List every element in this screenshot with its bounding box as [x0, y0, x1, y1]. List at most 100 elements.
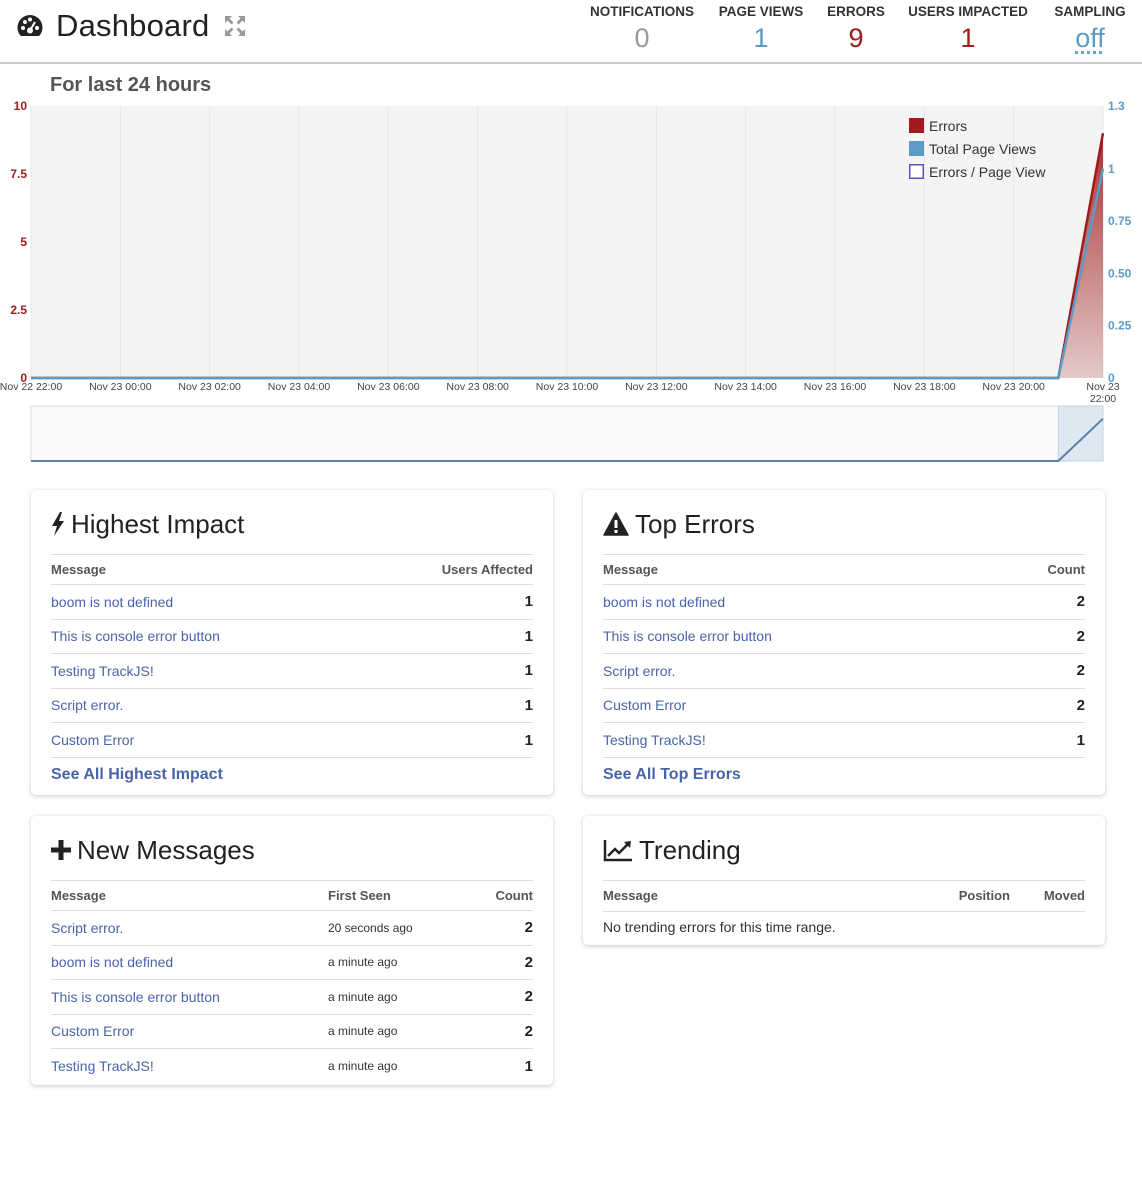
count-cell: 2: [997, 687, 1085, 723]
card-heading: New Messages: [51, 816, 533, 880]
count-cell: 1: [997, 722, 1085, 757]
error-message-link[interactable]: Testing TrackJS!: [51, 1058, 154, 1074]
title-wrap: Dashboard: [14, 8, 247, 44]
table-row[interactable]: Script error. 2: [603, 653, 1085, 688]
count-cell: 1: [363, 618, 533, 654]
column-header-message: Message: [603, 554, 998, 585]
table-row[interactable]: Script error. 20 seconds ago 2: [51, 910, 533, 945]
stat-value: 9: [848, 23, 864, 53]
table-row[interactable]: Custom Error 2: [603, 687, 1085, 723]
table-row[interactable]: boom is not defined a minute ago 2: [51, 944, 533, 980]
column-header-position: Position: [920, 880, 1010, 911]
message-cell: This is console error button: [603, 618, 998, 654]
plus-icon: [51, 840, 71, 860]
error-message-link[interactable]: boom is not defined: [603, 594, 725, 610]
legend-label: Errors / Page View: [929, 164, 1046, 180]
table-row[interactable]: This is console error button a minute ago…: [51, 979, 533, 1014]
legend-swatch: [909, 164, 924, 179]
x-tick-label: Nov 23 08:00: [446, 381, 509, 393]
table-row[interactable]: This is console error button 1: [51, 618, 533, 654]
message-cell: Script error.: [603, 653, 998, 688]
see-all-top-errors-link[interactable]: See All Top Errors: [603, 757, 1085, 791]
y-left-tick-label: 10: [14, 99, 28, 113]
y-right-tick-label: 0.25: [1108, 319, 1132, 333]
first-seen-cell: a minute ago: [328, 1013, 471, 1049]
error-message-link[interactable]: Script error.: [51, 697, 123, 713]
stat-users-impacted[interactable]: USERS IMPACTED 1: [906, 4, 1030, 53]
card-heading: Trending: [603, 816, 1085, 880]
highest-impact-table: Message Users Affected boom is not defin…: [51, 554, 533, 757]
error-message-link[interactable]: boom is not defined: [51, 954, 173, 970]
x-tick-label: Nov 23 16:00: [804, 381, 867, 393]
stat-label: NOTIFICATIONS: [590, 4, 694, 19]
legend-label: Errors: [929, 118, 967, 134]
count-cell: 1: [363, 584, 533, 619]
count-cell: 1: [363, 722, 533, 757]
column-header-count: Count: [470, 880, 533, 911]
see-all-highest-impact-link[interactable]: See All Highest Impact: [51, 757, 533, 791]
legend-label: Total Page Views: [929, 141, 1036, 157]
error-message-link[interactable]: boom is not defined: [51, 594, 173, 610]
table-row[interactable]: This is console error button 2: [603, 618, 1085, 654]
error-message-link[interactable]: This is console error button: [603, 628, 772, 644]
y-left-tick-label: 2.5: [10, 303, 27, 317]
message-cell: Testing TrackJS!: [51, 653, 364, 688]
y-right-tick-label: 1.3: [1108, 99, 1125, 113]
error-message-link[interactable]: Script error.: [603, 663, 675, 679]
x-tick-label: 22:00: [1090, 393, 1116, 405]
x-tick-label: Nov 23 18:00: [893, 381, 956, 393]
stat-value: 0: [634, 23, 650, 53]
first-seen-cell: a minute ago: [328, 944, 471, 980]
error-message-link[interactable]: Testing TrackJS!: [603, 732, 706, 748]
message-cell: boom is not defined: [603, 584, 998, 619]
top-errors-card: Top Errors Message Count boom is not def…: [583, 490, 1105, 795]
count-cell: 2: [470, 910, 533, 945]
x-tick-label: Nov 23 14:00: [714, 381, 777, 393]
table-row[interactable]: Custom Error 1: [51, 722, 533, 757]
stat-page-views[interactable]: PAGE VIEWS 1: [716, 4, 806, 53]
errors-chart: 02.557.51000.250.500.7511.3Nov 22 22:00 N…: [0, 99, 1132, 462]
table-row[interactable]: Script error. 1: [51, 687, 533, 723]
sampling-toggle-link[interactable]: off: [1050, 23, 1130, 53]
table-row[interactable]: boom is not defined 2: [603, 584, 1085, 619]
card-title: Trending: [639, 834, 741, 865]
count-cell: 2: [997, 653, 1085, 688]
error-message-link[interactable]: Testing TrackJS!: [51, 663, 154, 679]
table-row[interactable]: boom is not defined 1: [51, 584, 533, 619]
table-row[interactable]: Testing TrackJS! 1: [51, 653, 533, 688]
stat-notifications[interactable]: NOTIFICATIONS 0: [588, 4, 696, 53]
stat-errors[interactable]: ERRORS 9: [824, 4, 888, 53]
error-message-link[interactable]: Custom Error: [51, 1023, 134, 1039]
message-cell: Testing TrackJS!: [603, 722, 998, 757]
expand-fullscreen-icon[interactable]: [223, 14, 247, 38]
error-message-link[interactable]: This is console error button: [51, 989, 220, 1005]
column-header-message: Message: [51, 880, 328, 911]
card-heading: Highest Impact: [51, 490, 533, 554]
column-header-first-seen: First Seen: [328, 880, 471, 911]
card-title: New Messages: [77, 834, 255, 865]
table-row[interactable]: Testing TrackJS! 1: [603, 722, 1085, 757]
count-cell: 1: [363, 687, 533, 723]
count-cell: 2: [470, 1013, 533, 1049]
message-cell: Custom Error: [603, 687, 998, 723]
y-right-tick-label: 0.50: [1108, 266, 1132, 280]
x-tick-label: Nov 23: [1086, 381, 1119, 393]
table-row[interactable]: Testing TrackJS! a minute ago 1: [51, 1048, 533, 1083]
dashboard-gauge-icon: [17, 15, 43, 36]
x-tick-label: Nov 23 20:00: [982, 381, 1045, 393]
trending-empty-message: No trending errors for this time range.: [603, 910, 1085, 945]
y-left-tick-label: 7.5: [10, 167, 27, 181]
error-message-link[interactable]: Custom Error: [51, 732, 134, 748]
stat-value: 1: [960, 23, 976, 53]
stat-label: USERS IMPACTED: [908, 4, 1028, 19]
error-message-link[interactable]: Custom Error: [603, 697, 686, 713]
error-message-link[interactable]: This is console error button: [51, 628, 220, 644]
stat-label: ERRORS: [827, 4, 885, 19]
card-title: Highest Impact: [71, 508, 245, 539]
table-row[interactable]: Custom Error a minute ago 2: [51, 1013, 533, 1049]
message-cell: Script error.: [51, 910, 328, 945]
stat-sampling[interactable]: SAMPLING off: [1050, 4, 1130, 53]
message-cell: This is console error button: [51, 618, 364, 654]
error-message-link[interactable]: Script error.: [51, 920, 123, 936]
dashboard-header: Dashboard NOTIFICATIONS 0 PAGE VIEWS 1 E…: [0, 0, 1142, 64]
